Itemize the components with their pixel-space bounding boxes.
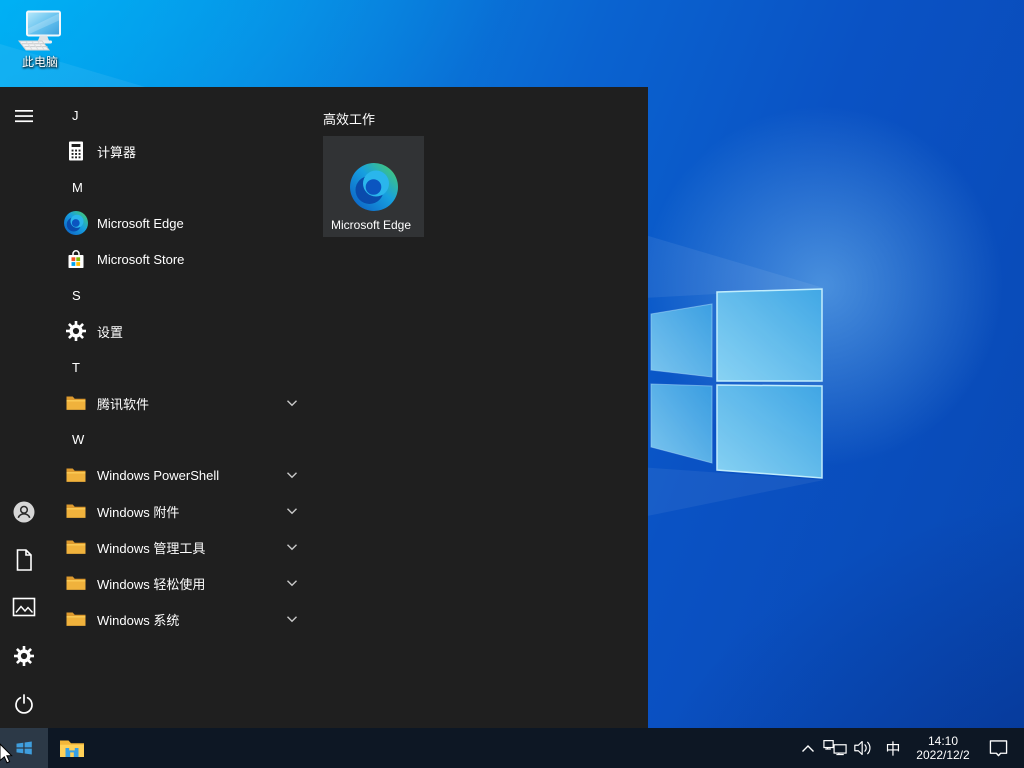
start-button[interactable] — [0, 728, 48, 768]
folder-icon — [64, 535, 88, 559]
calculator-icon — [64, 139, 88, 163]
desktop-icon-label: 此电脑 — [8, 53, 72, 70]
tile-group-title: 高效工作 — [323, 109, 623, 125]
tray-show-hidden-icons[interactable] — [796, 728, 820, 768]
start-folder-windows-admin-tools[interactable]: Windows 管理工具 — [48, 529, 306, 565]
pictures-button[interactable] — [0, 585, 48, 629]
edge-icon — [64, 211, 88, 235]
store-icon — [64, 247, 88, 271]
tile-microsoft-edge[interactable]: Microsoft Edge — [323, 136, 424, 237]
folder-icon — [64, 463, 88, 487]
file-explorer-icon — [59, 738, 85, 759]
network-icon — [823, 739, 847, 757]
this-pc-icon — [17, 10, 63, 52]
folder-icon — [64, 391, 88, 415]
tile-label: Microsoft Edge — [331, 218, 420, 232]
chevron-down-icon — [286, 399, 298, 407]
clock-date: 2022/12/2 — [912, 748, 974, 762]
start-folder-windows-system[interactable]: Windows 系统 — [48, 601, 306, 637]
start-menu: J 计算器 M — [0, 87, 648, 728]
folder-icon — [64, 607, 88, 631]
section-letter-T[interactable]: T — [48, 349, 306, 385]
tray-volume[interactable] — [850, 728, 878, 768]
user-icon — [12, 500, 36, 524]
folder-icon — [64, 499, 88, 523]
section-letter-S[interactable]: S — [48, 277, 306, 313]
start-app-calculator[interactable]: 计算器 — [48, 133, 306, 169]
action-center-button[interactable] — [978, 728, 1018, 768]
hamburger-menu-button[interactable] — [0, 94, 48, 138]
rail-settings-button[interactable] — [0, 634, 48, 678]
start-folder-windows-powershell[interactable]: Windows PowerShell — [48, 457, 306, 493]
edge-icon — [350, 163, 398, 211]
start-app-microsoft-edge[interactable]: Microsoft Edge — [48, 205, 306, 241]
windows-desktop: 此电脑 — [0, 0, 1024, 768]
hamburger-icon — [14, 109, 34, 123]
chevron-down-icon — [286, 543, 298, 551]
chevron-down-icon — [286, 471, 298, 479]
start-folder-tencent[interactable]: 腾讯软件 — [48, 385, 306, 421]
section-letter-M[interactable]: M — [48, 169, 306, 205]
power-icon — [12, 692, 36, 716]
clock-time: 14:10 — [912, 734, 974, 748]
user-account-button[interactable] — [0, 490, 48, 534]
desktop-icon-this-pc[interactable]: 此电脑 — [8, 10, 72, 70]
start-folder-windows-ease-of-access[interactable]: Windows 轻松使用 — [48, 565, 306, 601]
documents-button[interactable] — [0, 538, 48, 582]
volume-icon — [853, 739, 875, 757]
taskbar-clock[interactable]: 14:10 2022/12/2 — [908, 734, 978, 762]
chevron-up-icon — [801, 744, 815, 753]
section-letter-W[interactable]: W — [48, 421, 306, 457]
power-button[interactable] — [0, 682, 48, 726]
chevron-down-icon — [286, 615, 298, 623]
start-app-list: J 计算器 M — [48, 97, 306, 637]
pictures-icon — [12, 597, 36, 617]
section-letter-J[interactable]: J — [48, 97, 306, 133]
tray-ime-indicator[interactable]: 中 — [878, 728, 908, 768]
start-menu-rail — [0, 87, 48, 728]
taskbar-file-explorer-button[interactable] — [48, 728, 96, 768]
tray-network[interactable] — [820, 728, 850, 768]
gear-icon — [64, 319, 88, 343]
start-folder-windows-accessories[interactable]: Windows 附件 — [48, 493, 306, 529]
start-app-microsoft-store[interactable]: Microsoft Store — [48, 241, 306, 277]
tile-area: 高效工作 Microsoft Edge — [323, 109, 623, 237]
action-center-icon — [988, 739, 1009, 758]
folder-icon — [64, 571, 88, 595]
start-app-settings[interactable]: 设置 — [48, 313, 306, 349]
gear-icon — [12, 644, 36, 668]
taskbar: 中 14:10 2022/12/2 — [0, 728, 1024, 768]
chevron-down-icon — [286, 579, 298, 587]
chevron-down-icon — [286, 507, 298, 515]
system-tray: 中 14:10 2022/12/2 — [796, 728, 1024, 768]
document-icon — [13, 548, 35, 572]
windows-logo-icon — [15, 739, 33, 757]
